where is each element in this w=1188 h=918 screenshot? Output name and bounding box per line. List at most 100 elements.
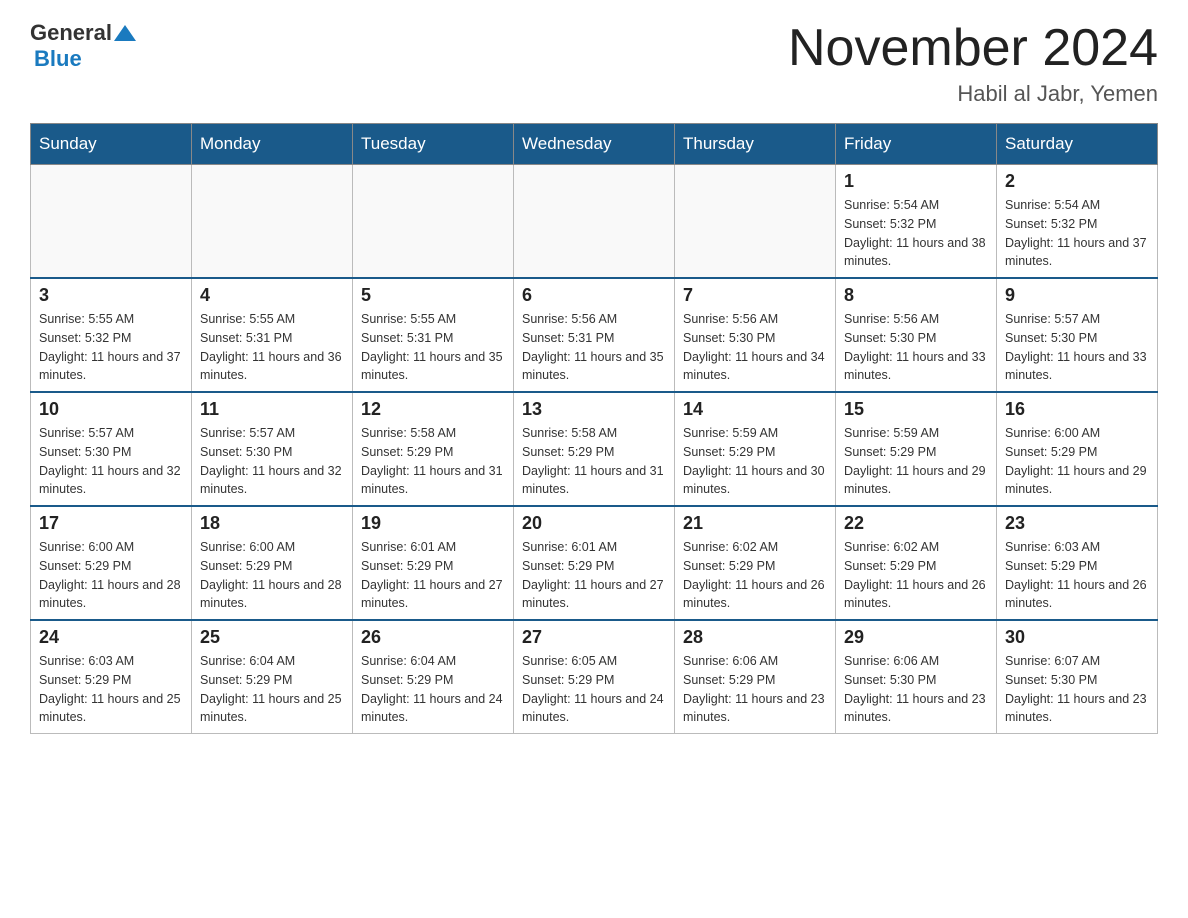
day-number: 26: [361, 627, 505, 648]
day-info: Sunrise: 6:01 AMSunset: 5:29 PMDaylight:…: [361, 538, 505, 613]
day-number: 2: [1005, 171, 1149, 192]
day-number: 11: [200, 399, 344, 420]
header-wednesday: Wednesday: [514, 124, 675, 165]
logo-triangle-icon: [114, 23, 136, 43]
day-cell: 14 Sunrise: 5:59 AMSunset: 5:29 PMDayligh…: [675, 392, 836, 506]
calendar-table: Sunday Monday Tuesday Wednesday Thursday…: [30, 123, 1158, 734]
day-info: Sunrise: 5:54 AMSunset: 5:32 PMDaylight:…: [844, 196, 988, 271]
day-cell: [514, 165, 675, 279]
day-number: 23: [1005, 513, 1149, 534]
day-cell: 3Sunrise: 5:55 AMSunset: 5:32 PMDaylight…: [31, 278, 192, 392]
day-info: Sunrise: 6:06 AMSunset: 5:30 PMDaylight:…: [844, 652, 988, 727]
day-info: Sunrise: 6:07 AMSunset: 5:30 PMDaylight:…: [1005, 652, 1149, 727]
day-number: 4: [200, 285, 344, 306]
header-sunday: Sunday: [31, 124, 192, 165]
day-info: Sunrise: 6:04 AMSunset: 5:29 PMDaylight:…: [361, 652, 505, 727]
day-number: 20: [522, 513, 666, 534]
day-cell: 9 Sunrise: 5:57 AMSunset: 5:30 PMDaylight…: [997, 278, 1158, 392]
day-number: 3: [39, 285, 183, 306]
day-number: 25: [200, 627, 344, 648]
day-number: 1: [844, 171, 988, 192]
day-number: 18: [200, 513, 344, 534]
day-number: 7: [683, 285, 827, 306]
day-info: Sunrise: 6:04 AMSunset: 5:29 PMDaylight:…: [200, 652, 344, 727]
day-cell: 1 Sunrise: 5:54 AMSunset: 5:32 PMDaylight…: [836, 165, 997, 279]
title-block: November 2024 Habil al Jabr, Yemen: [788, 20, 1158, 107]
day-cell: 10Sunrise: 5:57 AMSunset: 5:30 PMDayligh…: [31, 392, 192, 506]
day-info: Sunrise: 5:56 AMSunset: 5:30 PMDaylight:…: [844, 310, 988, 385]
week-row-4: 17 Sunrise: 6:00 AMSunset: 5:29 PMDayligh…: [31, 506, 1158, 620]
day-number: 30: [1005, 627, 1149, 648]
header-thursday: Thursday: [675, 124, 836, 165]
week-row-5: 24 Sunrise: 6:03 AMSunset: 5:29 PMDayligh…: [31, 620, 1158, 734]
week-row-2: 3Sunrise: 5:55 AMSunset: 5:32 PMDaylight…: [31, 278, 1158, 392]
day-cell: 18 Sunrise: 6:00 AMSunset: 5:29 PMDayligh…: [192, 506, 353, 620]
day-info: Sunrise: 6:00 AMSunset: 5:29 PMDaylight:…: [200, 538, 344, 613]
day-number: 12: [361, 399, 505, 420]
day-cell: 2 Sunrise: 5:54 AMSunset: 5:32 PMDaylight…: [997, 165, 1158, 279]
day-number: 16: [1005, 399, 1149, 420]
day-cell: 17 Sunrise: 6:00 AMSunset: 5:29 PMDayligh…: [31, 506, 192, 620]
day-number: 21: [683, 513, 827, 534]
day-info: Sunrise: 5:59 AMSunset: 5:29 PMDaylight:…: [683, 424, 827, 499]
day-number: 6: [522, 285, 666, 306]
day-number: 15: [844, 399, 988, 420]
day-cell: 8 Sunrise: 5:56 AMSunset: 5:30 PMDaylight…: [836, 278, 997, 392]
day-cell: 20 Sunrise: 6:01 AMSunset: 5:29 PMDayligh…: [514, 506, 675, 620]
day-info: Sunrise: 5:56 AMSunset: 5:30 PMDaylight:…: [683, 310, 827, 385]
day-cell: 30 Sunrise: 6:07 AMSunset: 5:30 PMDayligh…: [997, 620, 1158, 734]
day-info: Sunrise: 5:54 AMSunset: 5:32 PMDaylight:…: [1005, 196, 1149, 271]
day-cell: [31, 165, 192, 279]
day-cell: 19 Sunrise: 6:01 AMSunset: 5:29 PMDayligh…: [353, 506, 514, 620]
day-cell: 5 Sunrise: 5:55 AMSunset: 5:31 PMDaylight…: [353, 278, 514, 392]
day-info: Sunrise: 5:55 AMSunset: 5:31 PMDaylight:…: [361, 310, 505, 385]
day-info: Sunrise: 6:01 AMSunset: 5:29 PMDaylight:…: [522, 538, 666, 613]
day-info: Sunrise: 5:58 AMSunset: 5:29 PMDaylight:…: [522, 424, 666, 499]
day-info: Sunrise: 6:02 AMSunset: 5:29 PMDaylight:…: [844, 538, 988, 613]
day-number: 13: [522, 399, 666, 420]
day-info: Sunrise: 6:03 AMSunset: 5:29 PMDaylight:…: [1005, 538, 1149, 613]
day-cell: 6 Sunrise: 5:56 AMSunset: 5:31 PMDaylight…: [514, 278, 675, 392]
day-info: Sunrise: 6:05 AMSunset: 5:29 PMDaylight:…: [522, 652, 666, 727]
month-title: November 2024: [788, 20, 1158, 77]
day-number: 9: [1005, 285, 1149, 306]
day-cell: 4 Sunrise: 5:55 AMSunset: 5:31 PMDaylight…: [192, 278, 353, 392]
day-cell: [353, 165, 514, 279]
header-monday: Monday: [192, 124, 353, 165]
day-number: 24: [39, 627, 183, 648]
day-info: Sunrise: 5:55 AMSunset: 5:31 PMDaylight:…: [200, 310, 344, 385]
logo: General Blue: [30, 20, 136, 72]
day-cell: [192, 165, 353, 279]
day-info: Sunrise: 6:06 AMSunset: 5:29 PMDaylight:…: [683, 652, 827, 727]
day-cell: 26 Sunrise: 6:04 AMSunset: 5:29 PMDayligh…: [353, 620, 514, 734]
day-number: 29: [844, 627, 988, 648]
day-info: Sunrise: 5:58 AMSunset: 5:29 PMDaylight:…: [361, 424, 505, 499]
day-cell: 22 Sunrise: 6:02 AMSunset: 5:29 PMDayligh…: [836, 506, 997, 620]
day-info: Sunrise: 6:00 AMSunset: 5:29 PMDaylight:…: [1005, 424, 1149, 499]
day-info: Sunrise: 5:57 AMSunset: 5:30 PMDaylight:…: [1005, 310, 1149, 385]
day-info: Sunrise: 6:03 AMSunset: 5:29 PMDaylight:…: [39, 652, 183, 727]
week-row-1: 1 Sunrise: 5:54 AMSunset: 5:32 PMDaylight…: [31, 165, 1158, 279]
day-info: Sunrise: 6:00 AMSunset: 5:29 PMDaylight:…: [39, 538, 183, 613]
weekday-header-row: Sunday Monday Tuesday Wednesday Thursday…: [31, 124, 1158, 165]
day-number: 10: [39, 399, 183, 420]
day-number: 17: [39, 513, 183, 534]
day-cell: 21 Sunrise: 6:02 AMSunset: 5:29 PMDayligh…: [675, 506, 836, 620]
page-header: General Blue November 2024 Habil al Jabr…: [30, 20, 1158, 107]
day-cell: 23 Sunrise: 6:03 AMSunset: 5:29 PMDayligh…: [997, 506, 1158, 620]
day-info: Sunrise: 6:02 AMSunset: 5:29 PMDaylight:…: [683, 538, 827, 613]
day-cell: 15Sunrise: 5:59 AMSunset: 5:29 PMDayligh…: [836, 392, 997, 506]
day-cell: 7 Sunrise: 5:56 AMSunset: 5:30 PMDaylight…: [675, 278, 836, 392]
day-number: 19: [361, 513, 505, 534]
day-number: 22: [844, 513, 988, 534]
day-info: Sunrise: 5:57 AMSunset: 5:30 PMDaylight:…: [200, 424, 344, 499]
day-number: 14: [683, 399, 827, 420]
day-number: 8: [844, 285, 988, 306]
day-info: Sunrise: 5:56 AMSunset: 5:31 PMDaylight:…: [522, 310, 666, 385]
day-cell: 25 Sunrise: 6:04 AMSunset: 5:29 PMDayligh…: [192, 620, 353, 734]
day-number: 5: [361, 285, 505, 306]
header-friday: Friday: [836, 124, 997, 165]
day-cell: [675, 165, 836, 279]
day-cell: 12 Sunrise: 5:58 AMSunset: 5:29 PMDayligh…: [353, 392, 514, 506]
day-cell: 27Sunrise: 6:05 AMSunset: 5:29 PMDayligh…: [514, 620, 675, 734]
